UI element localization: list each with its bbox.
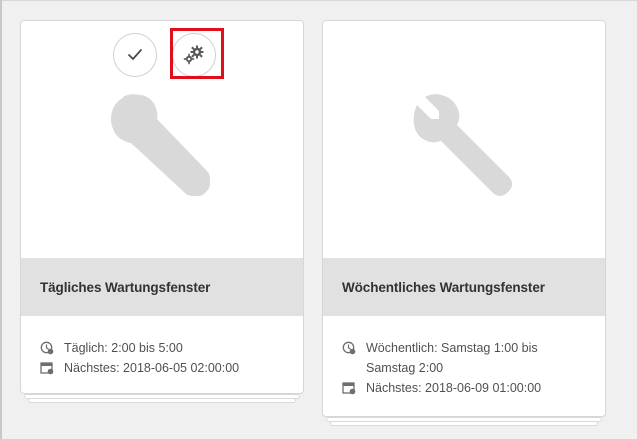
calendar-icon	[342, 382, 356, 395]
card-title-bar: Tägliches Wartungsfenster	[21, 258, 303, 316]
card-thumbnail[interactable]	[323, 21, 605, 258]
next-row: Nächstes: 2018-06-05 02:00:00	[40, 358, 293, 378]
calendar-icon	[40, 362, 54, 375]
card-daily-maintenance[interactable]: Tägliches Wartungsfenster Täglich: 2:00 …	[20, 20, 304, 403]
card-title: Tägliches Wartungsfenster	[40, 279, 211, 295]
card-stack-layer	[24, 394, 300, 399]
card-thumbnail[interactable]	[21, 21, 303, 258]
select-button[interactable]	[113, 33, 157, 77]
card-details: Wöchentlich: Samstag 1:00 bis Samstag 2:…	[342, 338, 595, 398]
next-row: Nächstes: 2018-06-09 01:00:00	[342, 378, 595, 398]
card-stack-layer	[326, 417, 602, 422]
schedule-row: Täglich: 2:00 bis 5:00	[40, 338, 293, 358]
clock-icon	[40, 341, 54, 355]
highlight-box	[170, 28, 224, 79]
next-run-text: Nächstes: 2018-06-05 02:00:00	[64, 361, 240, 375]
wrench-icon	[413, 94, 512, 196]
schedule-text: Täglich: 2:00 bis 5:00	[64, 341, 183, 355]
clock-icon	[342, 341, 356, 355]
schedule-text: Wöchentlich: Samstag 1:00 bis Samstag 2:…	[366, 341, 538, 375]
frame-top-edge	[0, 0, 637, 1]
card-title-bar: Wöchentliches Wartungsfenster	[323, 258, 605, 316]
card-title: Wöchentliches Wartungsfenster	[342, 279, 545, 295]
card-body[interactable]: Wöchentliches Wartungsfenster Wöchentlic…	[322, 20, 606, 417]
wrench-icon	[111, 94, 210, 196]
schedule-row: Wöchentlich: Samstag 1:00 bis Samstag 2:…	[342, 338, 595, 378]
frame-left-edge	[0, 0, 2, 439]
card-body[interactable]: Tägliches Wartungsfenster Täglich: 2:00 …	[20, 20, 304, 394]
card-weekly-maintenance[interactable]: Wöchentliches Wartungsfenster Wöchentlic…	[322, 20, 606, 426]
checkmark-icon	[128, 49, 142, 60]
card-details: Täglich: 2:00 bis 5:00 Nächstes: 2018-06…	[40, 338, 293, 378]
next-run-text: Nächstes: 2018-06-09 01:00:00	[366, 381, 542, 395]
